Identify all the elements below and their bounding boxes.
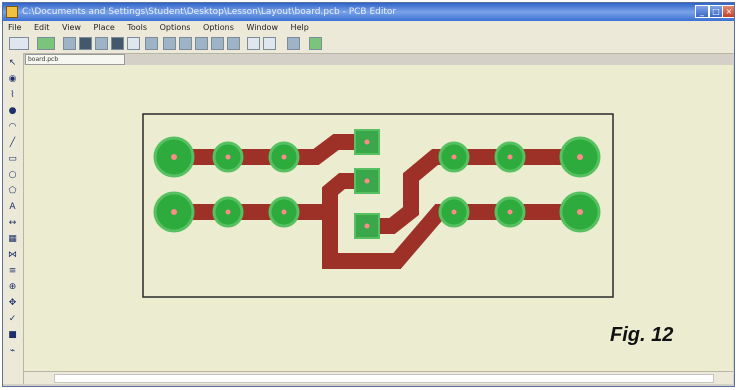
close-button[interactable]: ×: [722, 5, 734, 18]
dimension-icon[interactable]: ↔: [6, 217, 19, 229]
pan-icon[interactable]: ✥: [6, 297, 19, 309]
pointer-icon[interactable]: ↖: [6, 57, 19, 69]
drill-hole: [507, 209, 513, 215]
menu-place[interactable]: Place: [89, 21, 120, 35]
open-icon[interactable]: [79, 37, 92, 50]
drill-hole: [507, 154, 513, 160]
print-icon[interactable]: [111, 37, 124, 50]
track-icon[interactable]: ⌇: [6, 89, 19, 101]
net-icon[interactable]: ⋈: [6, 249, 19, 261]
maximize-button[interactable]: □: [709, 5, 723, 18]
drc-icon[interactable]: ✓: [6, 313, 19, 325]
refresh-icon[interactable]: [227, 37, 240, 50]
drill-hole: [281, 209, 287, 215]
pad-icon[interactable]: ◉: [6, 73, 19, 85]
drill-hole: [225, 154, 231, 160]
app-icon: [6, 6, 18, 18]
measure-icon[interactable]: [287, 37, 300, 50]
drill-hole: [171, 154, 177, 160]
document-tab[interactable]: board.pcb: [25, 54, 125, 65]
fill-icon[interactable]: ■: [6, 329, 19, 341]
menu-help[interactable]: Help: [286, 21, 314, 35]
status-bar: [3, 384, 734, 386]
menu-window[interactable]: Window: [241, 21, 283, 35]
via-icon[interactable]: ●: [6, 105, 19, 117]
drill-hole: [364, 139, 370, 145]
select-tool-icon[interactable]: [9, 37, 29, 50]
polygon-icon[interactable]: ⬠: [6, 185, 19, 197]
component-icon[interactable]: ▦: [6, 233, 19, 245]
drill-hole: [577, 209, 583, 215]
menu-edit[interactable]: Edit: [29, 21, 55, 35]
menu-view[interactable]: View: [57, 21, 86, 35]
rectangle-icon[interactable]: ▭: [6, 153, 19, 165]
line-icon[interactable]: ╱: [6, 137, 19, 149]
left-toolbar: ↖ ◉ ⌇ ● ◠ ╱ ▭ ○ ⬠ A ↔ ▦ ⋈ ≡ ⊕ ✥ ✓ ■ ⌁: [3, 53, 24, 385]
copy-icon[interactable]: [145, 37, 158, 50]
drill-hole: [281, 154, 287, 160]
minimize-button[interactable]: _: [695, 5, 709, 18]
drill-hole: [577, 154, 583, 160]
scrollbar-thumb[interactable]: [54, 374, 714, 383]
drill-hole: [364, 223, 370, 229]
zoom-icon[interactable]: ⊕: [6, 281, 19, 293]
save-icon[interactable]: [95, 37, 108, 50]
undo-icon[interactable]: [247, 37, 260, 50]
zoom-in-icon[interactable]: [163, 37, 176, 50]
drill-hole: [451, 154, 457, 160]
help-icon[interactable]: [309, 37, 322, 50]
route-icon[interactable]: ⌁: [6, 345, 19, 357]
text-icon[interactable]: A: [6, 201, 19, 213]
circle-icon[interactable]: ○: [6, 169, 19, 181]
drill-hole: [364, 178, 370, 184]
layer-icon[interactable]: ≡: [6, 265, 19, 277]
menu-bar: File Edit View Place Tools Options Optio…: [3, 21, 734, 35]
new-icon[interactable]: [63, 37, 76, 50]
arc-icon[interactable]: ◠: [6, 121, 19, 133]
menu-file[interactable]: File: [3, 21, 26, 35]
figure-caption: Fig. 12: [610, 324, 674, 346]
zoom-out-icon[interactable]: [179, 37, 192, 50]
zoom-fit-icon[interactable]: [195, 37, 208, 50]
window-title: C:\Documents and Settings\Student\Deskto…: [22, 7, 397, 17]
main-toolbar: [3, 35, 734, 54]
title-bar[interactable]: C:\Documents and Settings\Student\Deskto…: [3, 3, 734, 21]
menu-options-2[interactable]: Options: [198, 21, 239, 35]
grid-icon[interactable]: [37, 37, 55, 50]
drill-hole: [225, 209, 231, 215]
redo-icon[interactable]: [263, 37, 276, 50]
cut-icon[interactable]: [127, 37, 140, 50]
drill-hole: [171, 209, 177, 215]
menu-tools[interactable]: Tools: [122, 21, 152, 35]
drill-hole: [451, 209, 457, 215]
menu-options[interactable]: Options: [155, 21, 196, 35]
zoom-window-icon[interactable]: [211, 37, 224, 50]
